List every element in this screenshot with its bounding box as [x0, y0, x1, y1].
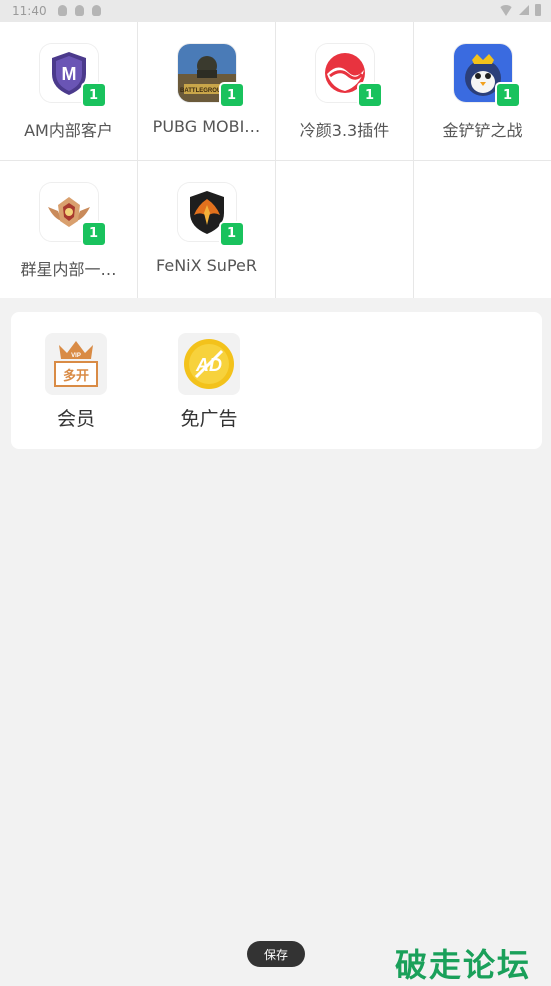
app-label: FeNiX SuPeR	[156, 255, 257, 275]
svg-text:M: M	[61, 64, 76, 84]
vip-feature[interactable]: VIP 多开 会员	[26, 333, 126, 431]
empty-grid-cell	[414, 160, 551, 298]
system-icons	[499, 4, 541, 16]
empty-grid-cell	[276, 160, 413, 298]
app-label: 金铲铲之战	[442, 121, 523, 140]
notification-icon	[92, 5, 101, 16]
app-label: 冷颜3.3插件	[299, 121, 390, 140]
app-tile[interactable]: 1 FeNiX SuPeR	[138, 160, 275, 298]
app-label: AM内部客户	[24, 121, 113, 140]
update-badge: 1	[356, 82, 383, 108]
multi-open-icon-text: 多开	[63, 368, 89, 384]
status-time: 11:40	[12, 4, 47, 18]
wifi-icon	[499, 4, 513, 16]
no-ads-label: 免广告	[180, 408, 238, 430]
app-tile[interactable]: 1 冷颜3.3插件	[276, 22, 413, 160]
update-badge: 1	[494, 82, 521, 108]
app-grid: M 1 AM内部客户 BATTLEGROUNDS 1 PUBG MOBI… 1 …	[0, 22, 551, 298]
feature-card: VIP 多开 会员 AD 免广告	[11, 312, 542, 449]
app-tile[interactable]: 1 金铲铲之战	[414, 22, 551, 160]
no-ads-feature[interactable]: AD 免广告	[159, 333, 259, 431]
update-badge: 1	[218, 82, 245, 108]
signal-icon	[519, 5, 529, 15]
status-bar: 11:40	[0, 0, 551, 22]
vip-multi-open-icon: VIP 多开	[45, 333, 107, 395]
update-badge: 1	[80, 82, 107, 108]
no-ads-coin-icon: AD	[178, 333, 240, 395]
battery-icon	[535, 4, 541, 16]
vip-label: 会员	[56, 408, 95, 430]
watermark: 破走论坛	[395, 946, 532, 984]
vip-icon-text: VIP	[71, 353, 81, 359]
update-badge: 1	[80, 220, 107, 247]
app-tile[interactable]: 1 群星内部一…	[0, 160, 137, 298]
app-tile[interactable]: BATTLEGROUNDS 1 PUBG MOBI…	[138, 22, 275, 160]
app-tile[interactable]: M 1 AM内部客户	[0, 22, 137, 160]
notification-icon	[75, 5, 84, 16]
toast-message: 保存	[247, 941, 305, 967]
app-label: PUBG MOBI…	[152, 117, 261, 136]
notification-icons	[58, 5, 101, 16]
notification-icon	[58, 5, 67, 16]
app-label: 群星内部一…	[20, 259, 117, 279]
update-badge: 1	[218, 220, 245, 247]
